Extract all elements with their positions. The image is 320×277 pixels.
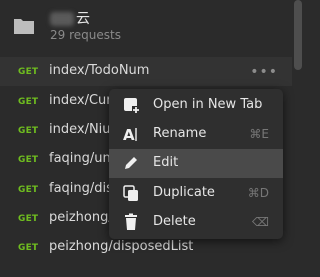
redacted-text — [50, 12, 74, 26]
collection-name-suffix: 云 — [76, 11, 90, 27]
shortcut-hint: ⌫ — [252, 215, 269, 229]
collection-name: 云 — [50, 8, 90, 28]
method-badge: GET — [18, 126, 39, 136]
method-badge: GET — [18, 97, 39, 107]
shortcut-hint: ⌘D — [247, 186, 269, 200]
method-badge: GET — [18, 155, 39, 165]
context-menu: Open in New Tab A Rename ⌘E Edit Duplica… — [109, 89, 283, 239]
scrollbar[interactable] — [294, 0, 302, 70]
menu-item-delete[interactable]: Delete ⌫ — [109, 208, 283, 237]
edit-pencil-icon — [125, 157, 137, 169]
method-badge: GET — [18, 243, 39, 253]
request-url: peizhong/disposedList — [49, 239, 194, 254]
menu-item-open-new-tab[interactable]: Open in New Tab — [109, 91, 283, 120]
menu-item-label: Delete — [153, 214, 196, 229]
folder-icon — [14, 19, 34, 34]
request-count: 29 requests — [50, 28, 121, 42]
shortcut-hint: ⌘E — [249, 127, 269, 141]
menu-item-edit[interactable]: Edit — [109, 149, 283, 178]
collection-header[interactable]: 云 29 requests — [0, 0, 292, 55]
menu-item-duplicate[interactable]: Duplicate ⌘D — [109, 179, 283, 208]
duplicate-icon — [123, 185, 138, 201]
menu-item-label: Open in New Tab — [153, 97, 263, 112]
rename-icon: A — [123, 126, 137, 143]
trash-icon — [125, 213, 137, 230]
request-url: index/Niuc — [49, 122, 118, 137]
request-url: index/TodoNum — [49, 63, 150, 78]
menu-item-label: Rename — [153, 126, 207, 141]
method-badge: GET — [18, 185, 39, 195]
method-badge: GET — [18, 67, 39, 77]
svg-text:A: A — [123, 126, 135, 143]
method-badge: GET — [18, 214, 39, 224]
more-options-icon[interactable]: ••• — [250, 64, 278, 80]
menu-item-rename[interactable]: A Rename ⌘E — [109, 120, 283, 149]
menu-item-label: Edit — [153, 155, 179, 170]
menu-item-label: Duplicate — [153, 185, 215, 200]
open-new-tab-icon — [124, 98, 140, 114]
request-row[interactable]: GET index/TodoNum ••• — [0, 57, 292, 86]
